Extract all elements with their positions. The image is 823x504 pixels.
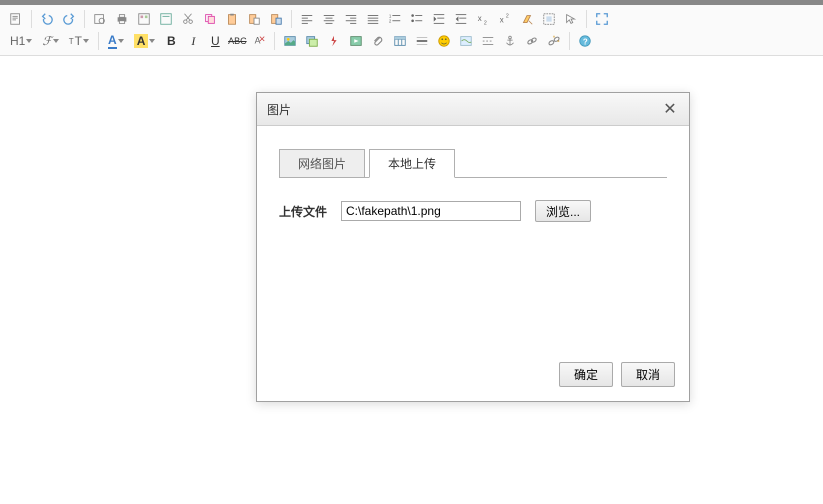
svg-text:x: x (500, 16, 504, 25)
indent-icon[interactable] (429, 9, 449, 29)
ok-button[interactable]: 确定 (559, 362, 613, 387)
svg-text:?: ? (583, 38, 588, 47)
upload-row: 上传文件 浏览... (279, 200, 667, 222)
table-icon[interactable] (390, 31, 410, 51)
map-icon[interactable] (456, 31, 476, 51)
attachment-icon[interactable] (368, 31, 388, 51)
ordered-list-icon[interactable]: 12 (385, 9, 405, 29)
image-dialog: 图片 ✕ 网络图片 本地上传 上传文件 浏览... 确定 取消 (256, 92, 690, 402)
flash-icon[interactable] (324, 31, 344, 51)
dialog-tabs: 网络图片 本地上传 (279, 148, 667, 178)
underline-label: U (211, 34, 220, 48)
subscript-icon[interactable]: x2 (473, 9, 493, 29)
dialog-titlebar[interactable]: 图片 ✕ (257, 93, 689, 126)
fontsize-icon: T (69, 37, 74, 46)
svg-text:2: 2 (506, 13, 509, 19)
font-color-selector[interactable]: A (104, 31, 128, 51)
unlink-icon[interactable] (544, 31, 564, 51)
close-icon[interactable]: ✕ (661, 99, 679, 119)
bg-color-selector[interactable]: A (130, 31, 160, 51)
print-icon[interactable] (112, 9, 132, 29)
svg-text:2: 2 (389, 19, 392, 24)
copy-icon[interactable] (200, 9, 220, 29)
paste-icon[interactable] (222, 9, 242, 29)
align-justify-icon[interactable] (363, 9, 383, 29)
browse-button[interactable]: 浏览... (535, 200, 591, 222)
tab-local-upload[interactable]: 本地上传 (369, 149, 455, 178)
file-path-input[interactable] (341, 201, 521, 221)
preview-icon[interactable] (90, 9, 110, 29)
help-icon[interactable]: ? (575, 31, 595, 51)
link-icon[interactable] (522, 31, 542, 51)
unordered-list-icon[interactable] (407, 9, 427, 29)
bg-color-label: A (134, 34, 149, 48)
template-icon[interactable] (134, 9, 154, 29)
dialog-body: 网络图片 本地上传 上传文件 浏览... (257, 126, 689, 352)
hr-icon[interactable] (412, 31, 432, 51)
fullscreen-icon[interactable] (592, 9, 612, 29)
cancel-button[interactable]: 取消 (621, 362, 675, 387)
code-icon[interactable] (156, 9, 176, 29)
svg-text:x: x (478, 14, 482, 23)
image-icon[interactable] (280, 31, 300, 51)
paste-plain-icon[interactable] (244, 9, 264, 29)
selector-icon[interactable] (561, 9, 581, 29)
fontface-selector[interactable]: ℱ (38, 31, 62, 51)
clear-format-icon[interactable] (517, 9, 537, 29)
upload-file-label: 上传文件 (279, 203, 327, 220)
editor-toolbar: 12 x2 x2 H1 ℱ TT A A B I U ABC A (0, 5, 823, 56)
tab-network-image[interactable]: 网络图片 (279, 149, 365, 178)
align-right-icon[interactable] (341, 9, 361, 29)
dialog-footer: 确定 取消 (257, 352, 689, 401)
multi-image-icon[interactable] (302, 31, 322, 51)
anchor-icon[interactable] (500, 31, 520, 51)
select-all-icon[interactable] (539, 9, 559, 29)
font-color-label: A (108, 33, 117, 49)
strike-label: ABC (228, 36, 247, 46)
heading-selector[interactable]: H1 (6, 31, 36, 51)
outdent-icon[interactable] (451, 9, 471, 29)
strikethrough-button[interactable]: ABC (227, 31, 247, 51)
underline-button[interactable]: U (205, 31, 225, 51)
fontsize-selector[interactable]: TT (65, 31, 93, 51)
cut-icon[interactable] (178, 9, 198, 29)
bold-button[interactable]: B (161, 31, 181, 51)
align-center-icon[interactable] (319, 9, 339, 29)
emoji-icon[interactable] (434, 31, 454, 51)
bold-label: B (167, 34, 176, 48)
heading-label: H1 (10, 34, 25, 48)
toolbar-row-1: 12 x2 x2 (6, 9, 817, 29)
svg-text:1: 1 (389, 13, 392, 18)
media-icon[interactable] (346, 31, 366, 51)
undo-icon[interactable] (37, 9, 57, 29)
fontsize-icon2: T (75, 34, 82, 48)
source-icon[interactable] (6, 9, 26, 29)
redo-icon[interactable] (59, 9, 79, 29)
dialog-title-text: 图片 (267, 101, 291, 118)
pagebreak-icon[interactable] (478, 31, 498, 51)
svg-text:2: 2 (484, 20, 487, 26)
fontface-icon: ℱ (42, 34, 51, 49)
paste-word-icon[interactable] (266, 9, 286, 29)
italic-label: I (191, 34, 195, 49)
italic-button[interactable]: I (183, 31, 203, 51)
remove-format-icon[interactable]: A (249, 31, 269, 51)
toolbar-row-2: H1 ℱ TT A A B I U ABC A ? (6, 31, 817, 51)
align-left-icon[interactable] (297, 9, 317, 29)
superscript-icon[interactable]: x2 (495, 9, 515, 29)
